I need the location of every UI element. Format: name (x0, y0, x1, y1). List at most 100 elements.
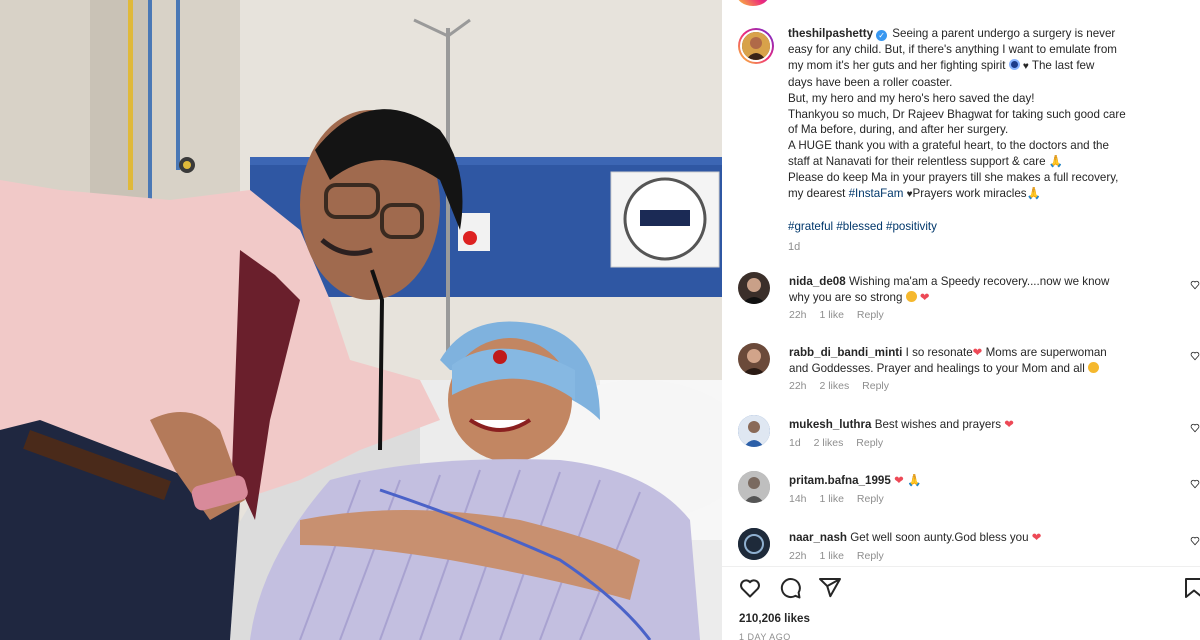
comment-time: 1d (789, 437, 801, 449)
author-avatar-image (742, 32, 770, 60)
comment-likes[interactable]: 1 like (819, 550, 844, 562)
likes-count[interactable]: 210,206 likes (739, 612, 810, 625)
heart-emoji-icon: ❤ (894, 474, 904, 487)
caption-line: The last few (1031, 58, 1095, 72)
commenter-avatar[interactable] (738, 343, 770, 375)
like-comment-heart-icon[interactable] (1190, 351, 1200, 361)
verified-badge-icon: ✓ (876, 30, 888, 41)
hashtag-link[interactable]: #positivity (886, 220, 937, 233)
caption-line: days have been a roller coaster. (788, 75, 953, 89)
comment-text: naar_nash Get well soon aunty.God bless … (789, 530, 1042, 546)
comment-item: pritam.bafna_1995 ❤ 🙏 14h 1 like Reply (738, 471, 1200, 527)
hospital-photo-illustration (0, 0, 722, 640)
comment-meta: 1d 2 likes Reply (789, 437, 893, 449)
comment-body: and Goddesses. Prayer and healings to yo… (789, 361, 1085, 375)
comment-body: I so resonate (905, 346, 973, 359)
comment-body: Best wishes and prayers (874, 418, 1002, 431)
comment-text: rabb_di_bandi_minti I so resonate❤ Moms … (789, 345, 1107, 377)
hashtag-link[interactable]: #grateful (788, 220, 833, 233)
comment-item: mukesh_luthra Best wishes and prayers ❤ … (738, 415, 1200, 471)
caption-line: my dearest (788, 187, 846, 201)
like-heart-icon[interactable] (738, 576, 762, 600)
commenter-avatar-image (742, 278, 766, 304)
comment-username[interactable]: naar_nash (789, 531, 847, 544)
comment-body: why you are so strong (789, 290, 903, 304)
reply-button[interactable]: Reply (862, 380, 889, 392)
commenter-avatar-image (738, 415, 770, 447)
comment-username[interactable]: pritam.bafna_1995 (789, 474, 891, 487)
heart-emoji-icon: ♥ (1022, 60, 1029, 72)
caption-line: Please do keep Ma in your prayers till s… (788, 171, 1119, 185)
evil-eye-emoji-icon (1008, 58, 1020, 70)
commenter-avatar-image (742, 349, 766, 375)
like-comment-heart-icon[interactable] (1190, 536, 1200, 546)
comment-body: Moms are superwoman (985, 346, 1107, 359)
save-bookmark-icon[interactable] (1182, 576, 1200, 600)
folded-hands-emoji-icon: 🙏 (1048, 155, 1064, 169)
post-action-bar (738, 576, 1200, 600)
commenter-avatar[interactable] (738, 528, 770, 560)
caption-line: Seeing a parent undergo a surgery is nev… (892, 27, 1116, 40)
hugging-emoji-icon (1088, 361, 1100, 373)
hashtag-link[interactable]: #InstaFam (849, 187, 904, 200)
comment-likes[interactable]: 1 like (819, 493, 844, 505)
heart-emoji-icon: ❤ (972, 346, 983, 359)
comment-likes[interactable]: 2 likes (814, 437, 844, 449)
reply-button[interactable]: Reply (857, 493, 884, 505)
comment-meta: 14h 1 like Reply (789, 493, 894, 505)
comment-item: nida_de08 Wishing ma'am a Speedy recover… (738, 272, 1200, 328)
comment-time: 22h (789, 309, 807, 321)
comment-likes[interactable]: 2 likes (819, 380, 849, 392)
comment-meta: 22h 1 like Reply (789, 309, 894, 321)
heart-eyes-emoji-icon (905, 290, 917, 302)
comment-bubble-icon[interactable] (778, 576, 802, 600)
folded-hands-emoji-icon: 🙏 (1026, 187, 1042, 201)
comment-username[interactable]: mukesh_luthra (789, 418, 871, 431)
commenter-avatar[interactable] (738, 272, 770, 304)
comment-text: mukesh_luthra Best wishes and prayers ❤ (789, 417, 1014, 433)
comment-text: pritam.bafna_1995 ❤ 🙏 (789, 473, 921, 489)
header-avatar-partial (722, 0, 1200, 12)
reply-button[interactable]: Reply (857, 309, 884, 321)
comment-text: nida_de08 Wishing ma'am a Speedy recover… (789, 274, 1109, 306)
reply-button[interactable]: Reply (857, 550, 884, 562)
comment-username[interactable]: rabb_di_bandi_minti (789, 346, 902, 359)
caption-line: my mom it's her guts and her fighting sp… (788, 58, 1006, 72)
comment-body: Get well soon aunty.God bless you (850, 531, 1029, 544)
commenter-avatar-image (738, 528, 770, 560)
caption-line: staff at Nanavati for their relentless s… (788, 155, 1046, 169)
comment-time: 14h (789, 493, 807, 505)
post-time[interactable]: 1d (788, 241, 800, 253)
heart-emoji-icon: ❤ (919, 290, 930, 304)
actions-divider (722, 566, 1200, 567)
reply-button[interactable]: Reply (856, 437, 883, 449)
caption-line: A HUGE thank you with a grateful heart, … (788, 139, 1109, 153)
like-comment-heart-icon[interactable] (1190, 423, 1200, 433)
heart-emoji-icon: ❤ (1031, 531, 1042, 544)
post-photo[interactable] (0, 0, 722, 640)
comment-item: rabb_di_bandi_minti I so resonate❤ Moms … (738, 343, 1200, 399)
caption-line: Prayers work miracles (912, 187, 1027, 201)
heart-emoji-icon: ❤ (1004, 418, 1014, 431)
comment-likes[interactable]: 1 like (819, 309, 844, 321)
commenter-avatar-image (738, 471, 770, 503)
share-send-icon[interactable] (818, 576, 842, 600)
comment-time: 22h (789, 550, 807, 562)
caption-line: easy for any child. But, if there's anyt… (788, 42, 1117, 56)
commenter-avatar[interactable] (738, 471, 770, 503)
comment-username[interactable]: nida_de08 (789, 275, 846, 288)
commenter-avatar[interactable] (738, 415, 770, 447)
author-username[interactable]: theshilpashetty (788, 27, 873, 40)
folded-hands-emoji-icon: 🙏 (907, 474, 922, 487)
comment-body: Wishing ma'am a Speedy recovery....now w… (848, 275, 1110, 288)
like-comment-heart-icon[interactable] (1190, 280, 1200, 290)
caption-line: But, my hero and my hero's hero saved th… (788, 91, 1035, 105)
comment-time: 22h (789, 380, 807, 392)
comment-meta: 22h 1 like Reply (789, 550, 894, 562)
comment-meta: 22h 2 likes Reply (789, 380, 899, 392)
hashtag-link[interactable]: #blessed (836, 220, 882, 233)
caption-line: of Ma before, during, and after her surg… (788, 123, 1009, 137)
post-side-panel: theshilpashetty ✓ Seeing a parent undergo… (722, 0, 1200, 640)
author-avatar[interactable] (738, 28, 774, 64)
like-comment-heart-icon[interactable] (1190, 479, 1200, 489)
